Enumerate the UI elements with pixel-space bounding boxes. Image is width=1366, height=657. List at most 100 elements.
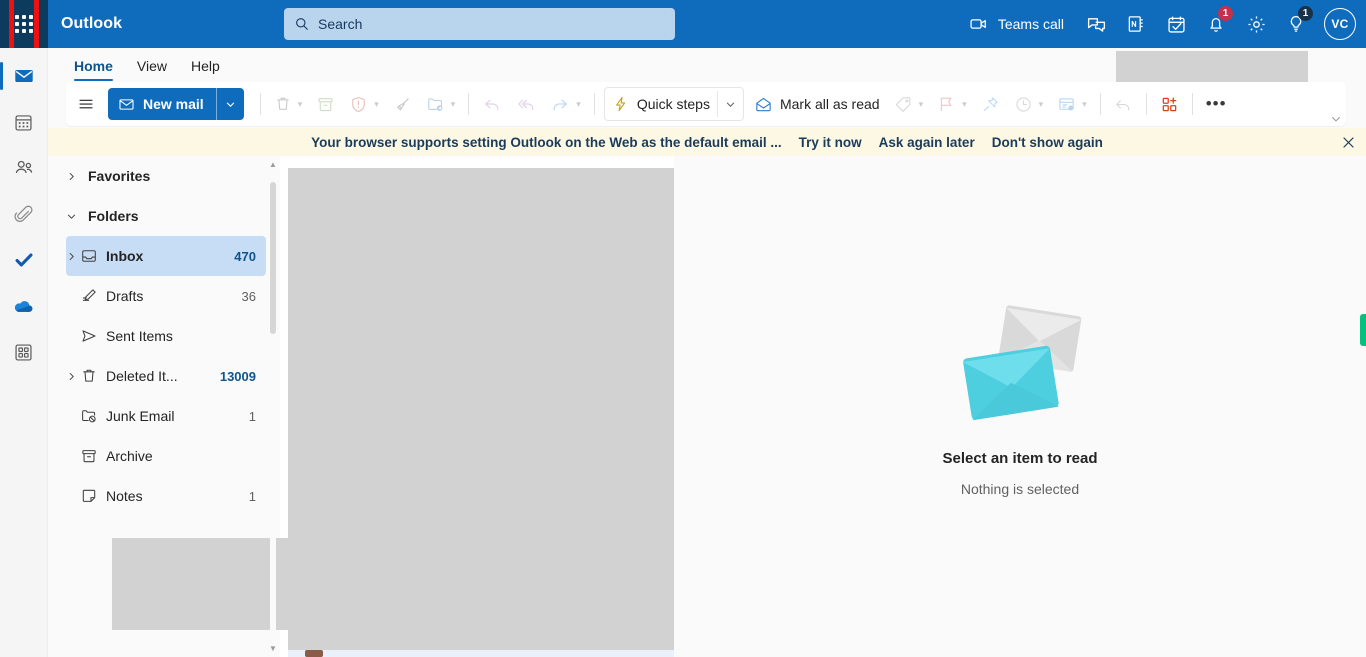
quick-steps-button[interactable]: Quick steps — [605, 88, 717, 120]
rail-files[interactable] — [4, 194, 44, 234]
scroll-up-arrow-icon[interactable]: ▲ — [269, 160, 277, 169]
chevron-right-icon[interactable] — [66, 371, 80, 382]
banner-text: Your browser supports setting Outlook on… — [311, 134, 782, 150]
rules-button[interactable]: ▾ — [1050, 88, 1094, 120]
left-nav-rail — [0, 48, 48, 657]
reply-button[interactable] — [475, 88, 509, 120]
scrollbar-thumb[interactable] — [270, 182, 276, 334]
quick-steps-label: Quick steps — [636, 96, 710, 112]
tag-button[interactable]: ▾ — [887, 88, 931, 120]
feedback-button[interactable]: 1 — [1276, 4, 1316, 44]
chat-button[interactable] — [1076, 4, 1116, 44]
mark-all-as-read-label: Mark all as read — [779, 96, 880, 112]
scroll-down-arrow-icon[interactable]: ▼ — [269, 644, 277, 653]
teams-call-label: Teams call — [997, 16, 1064, 32]
more-options-button[interactable]: ••• — [1199, 88, 1234, 120]
account-avatar[interactable]: VC — [1324, 8, 1356, 40]
add-ins-button[interactable] — [1153, 88, 1186, 120]
rail-apps[interactable] — [4, 332, 44, 372]
tab-home[interactable]: Home — [62, 58, 125, 81]
ribbon-divider — [1145, 93, 1147, 115]
mark-all-as-read-button[interactable]: Mark all as read — [747, 88, 887, 120]
folder-pane-scrollbar[interactable]: ▲ ▼ — [268, 160, 278, 653]
teams-call-button[interactable]: Teams call — [961, 4, 1076, 44]
rail-mail[interactable] — [0, 56, 44, 96]
chevron-right-icon[interactable] — [66, 251, 80, 262]
tab-help[interactable]: Help — [179, 58, 232, 81]
ribbon-collapse-chevron[interactable] — [1330, 113, 1342, 125]
chat-icon — [1086, 14, 1107, 35]
message-list[interactable] — [288, 168, 674, 650]
apps-grid-icon — [13, 342, 34, 363]
reply-all-button[interactable] — [509, 88, 543, 120]
sweep-button[interactable] — [386, 88, 419, 120]
folders-group-header[interactable]: Folders — [48, 196, 280, 236]
checkmark-icon — [13, 249, 35, 271]
folder-sent-items[interactable]: Sent Items — [66, 316, 266, 356]
chevron-down-icon[interactable]: ▾ — [576, 99, 581, 110]
reply-all-icon — [516, 94, 536, 114]
forward-icon — [550, 94, 570, 114]
hamburger-menu-button[interactable] — [70, 88, 102, 120]
reply-icon — [482, 94, 502, 114]
app-launcher-icon — [15, 15, 33, 33]
banner-try-it-now-link[interactable]: Try it now — [799, 135, 862, 150]
junk-icon — [80, 407, 106, 425]
rail-people[interactable] — [4, 148, 44, 188]
quick-steps-dropdown[interactable] — [718, 88, 743, 120]
flag-button[interactable]: ▾ — [930, 88, 974, 120]
banner-close-icon[interactable] — [1341, 135, 1356, 150]
paperclip-icon — [13, 204, 34, 225]
chevron-down-icon[interactable]: ▾ — [298, 99, 303, 110]
settings-button[interactable] — [1236, 4, 1276, 44]
undo-button[interactable] — [1107, 88, 1140, 120]
rail-onedrive[interactable] — [4, 286, 44, 326]
video-camera-icon — [969, 14, 989, 34]
forward-button[interactable]: ▾ — [543, 88, 588, 120]
rail-calendar[interactable] — [4, 102, 44, 142]
chevron-down-icon[interactable]: ▾ — [919, 99, 924, 110]
side-accent-tab[interactable] — [1360, 314, 1366, 346]
banner-dont-show-again-link[interactable]: Don't show again — [992, 135, 1103, 150]
notifications-button[interactable]: 1 — [1196, 4, 1236, 44]
folder-junk[interactable]: Junk Email 1 — [66, 396, 266, 436]
search-icon — [294, 16, 310, 32]
message-list-item-peek[interactable] — [288, 650, 674, 657]
notifications-badge: 1 — [1218, 6, 1233, 21]
snooze-button[interactable]: ▾ — [1007, 88, 1051, 120]
folder-drafts[interactable]: Drafts 36 — [66, 276, 266, 316]
chevron-down-icon[interactable]: ▾ — [1039, 99, 1044, 110]
chevron-down-icon[interactable]: ▾ — [451, 99, 456, 110]
people-icon — [13, 157, 35, 179]
move-to-button[interactable]: ▾ — [419, 88, 463, 120]
rail-todo[interactable] — [4, 240, 44, 280]
chevron-down-icon[interactable]: ▾ — [1082, 99, 1087, 110]
delete-button[interactable]: ▾ — [267, 88, 310, 120]
folder-notes[interactable]: Notes 1 — [66, 476, 266, 516]
rules-icon — [1057, 95, 1076, 114]
notes-button[interactable] — [1116, 4, 1156, 44]
pin-icon — [981, 95, 1000, 114]
notes-icon — [80, 487, 106, 505]
folder-inbox[interactable]: Inbox 470 — [66, 236, 266, 276]
onenote-icon — [1126, 14, 1146, 34]
tab-view[interactable]: View — [125, 58, 179, 81]
search-input[interactable]: Search — [284, 8, 675, 40]
report-button[interactable]: ▾ — [342, 88, 386, 120]
banner-ask-again-later-link[interactable]: Ask again later — [879, 135, 975, 150]
archive-button[interactable] — [309, 88, 342, 120]
my-day-button[interactable] — [1156, 4, 1196, 44]
new-mail-button[interactable]: New mail — [108, 88, 216, 120]
archive-icon — [80, 447, 106, 465]
outlook-web-app: Outlook Search Teams call 1 1 VC Home Vi… — [0, 0, 1366, 657]
folder-archive[interactable]: Archive — [66, 436, 266, 476]
app-launcher-button[interactable] — [0, 0, 48, 48]
pin-button[interactable] — [974, 88, 1007, 120]
quick-steps-group: Quick steps — [603, 87, 744, 121]
new-mail-dropdown[interactable] — [215, 88, 244, 120]
chevron-down-icon[interactable]: ▾ — [962, 99, 967, 110]
lightning-bolt-icon — [612, 95, 630, 113]
folder-deleted[interactable]: Deleted It... 13009 — [66, 356, 266, 396]
favorites-group-header[interactable]: Favorites — [48, 156, 280, 196]
chevron-down-icon[interactable]: ▾ — [374, 99, 379, 110]
